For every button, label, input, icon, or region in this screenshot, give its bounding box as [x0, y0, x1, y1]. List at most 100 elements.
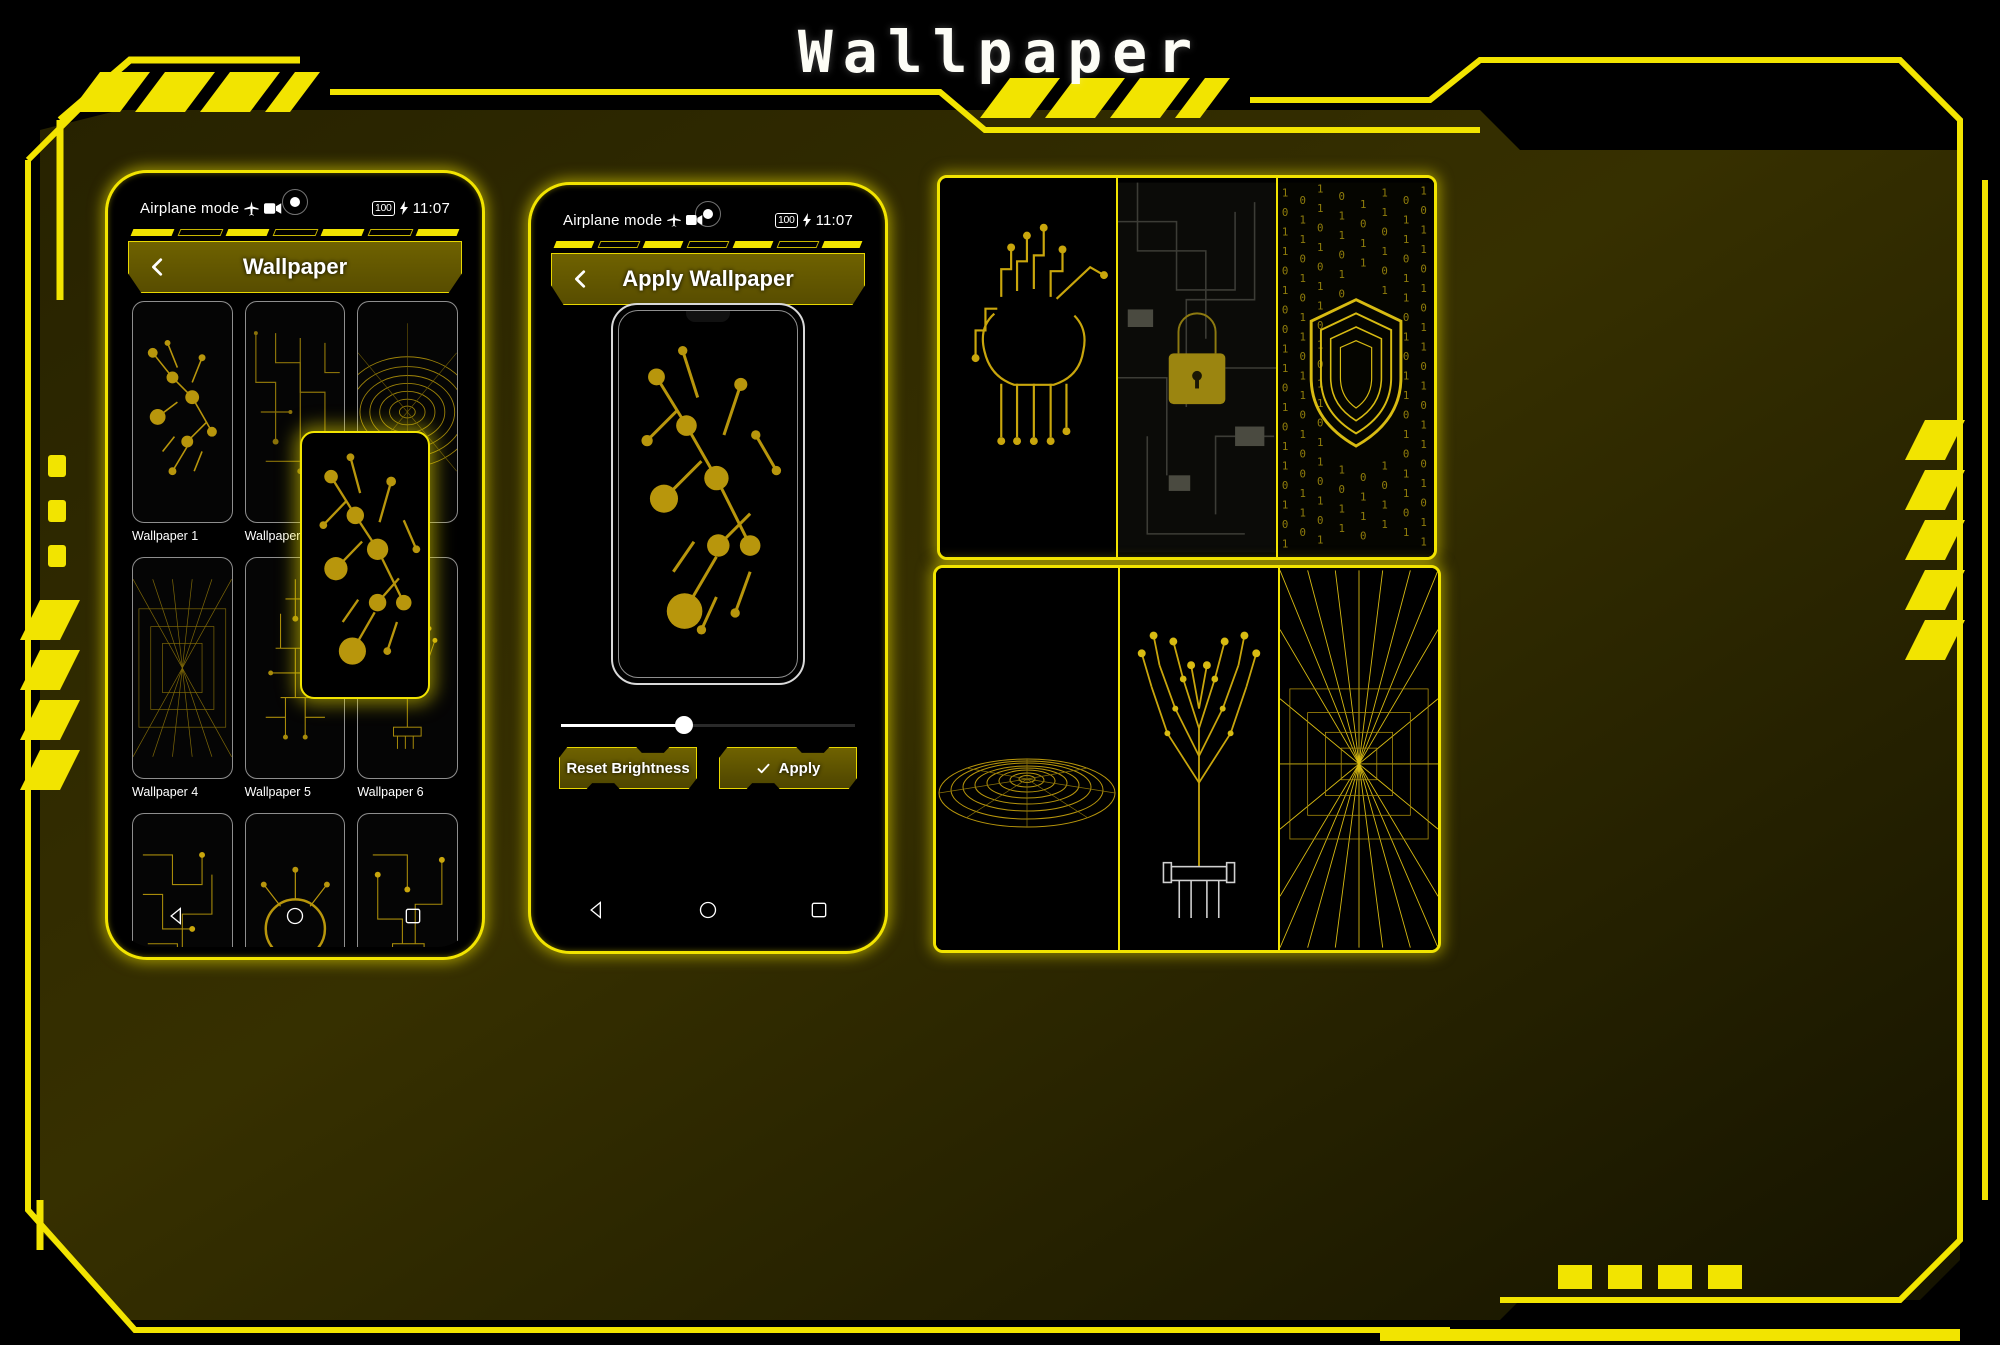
svg-text:1: 1	[1299, 311, 1305, 324]
gallery-item-perspective-grid[interactable]	[1278, 568, 1438, 950]
svg-text:0: 0	[1360, 530, 1366, 543]
svg-text:1: 1	[1299, 331, 1305, 344]
svg-text:1: 1	[1403, 467, 1409, 480]
svg-text:1: 1	[1381, 245, 1387, 258]
wallpaper-cell[interactable]: Wallpaper 4	[132, 557, 233, 799]
svg-text:0: 0	[1282, 518, 1288, 531]
svg-text:1: 1	[1420, 516, 1426, 529]
svg-text:1: 1	[1420, 418, 1426, 431]
svg-text:1: 1	[1338, 463, 1344, 476]
svg-text:1: 1	[1317, 241, 1323, 254]
apply-button[interactable]: Apply	[719, 747, 857, 789]
svg-text:0: 0	[1403, 311, 1409, 324]
svg-text:0: 0	[1360, 218, 1366, 231]
battery-level: 100	[371, 200, 395, 216]
svg-text:1: 1	[1360, 237, 1366, 250]
status-time: 11:07	[412, 199, 450, 217]
wallpaper-preview-screen[interactable]	[618, 310, 798, 678]
svg-text:1: 1	[1420, 223, 1426, 236]
svg-text:1: 1	[1338, 268, 1344, 281]
svg-text:0: 0	[1317, 221, 1323, 234]
svg-text:1: 1	[1403, 526, 1409, 539]
svg-text:1: 1	[1403, 428, 1409, 441]
airplane-icon	[667, 213, 681, 227]
android-nav-bar	[541, 887, 875, 933]
svg-text:0: 0	[1420, 301, 1426, 314]
wallpaper-label: Wallpaper 4	[132, 785, 199, 799]
svg-text:0: 0	[1338, 288, 1344, 301]
svg-text:0: 0	[1420, 497, 1426, 510]
svg-text:0: 0	[1299, 253, 1305, 266]
circuit-nodes-art	[147, 339, 217, 476]
gallery-item-circuit-tree[interactable]	[1118, 568, 1278, 950]
svg-text:1: 1	[1317, 456, 1323, 469]
svg-text:1: 1	[1420, 282, 1426, 295]
svg-text:1: 1	[1403, 331, 1409, 344]
wallpaper-label: Wallpaper 5	[244, 785, 311, 799]
wallpaper-thumb-4[interactable]	[132, 557, 233, 779]
svg-text:1: 1	[1282, 225, 1288, 238]
gallery-item-wire-vortex[interactable]	[936, 568, 1118, 950]
svg-text:0: 0	[1282, 381, 1288, 394]
svg-text:1: 1	[1420, 184, 1426, 197]
svg-text:1: 1	[1299, 506, 1305, 519]
circuit-nodes-art-large	[319, 453, 421, 665]
svg-text:1: 1	[1420, 243, 1426, 256]
svg-text:1: 1	[1381, 284, 1387, 297]
svg-text:1: 1	[1381, 206, 1387, 219]
svg-text:1: 1	[1403, 389, 1409, 402]
triangle-back-icon[interactable]	[587, 900, 607, 920]
selected-wallpaper-overlay[interactable]	[300, 431, 430, 699]
svg-text:0: 0	[1299, 350, 1305, 363]
svg-text:1: 1	[1299, 389, 1305, 402]
svg-text:1: 1	[1282, 362, 1288, 375]
wallpaper-thumb-1[interactable]	[132, 301, 233, 523]
reset-brightness-button[interactable]: Reset Brightness	[559, 747, 697, 789]
svg-text:0: 0	[1381, 264, 1387, 277]
svg-text:1: 1	[1282, 186, 1288, 199]
svg-text:0: 0	[1282, 420, 1288, 433]
status-left-text: Airplane mode	[563, 211, 663, 229]
svg-text:1: 1	[1299, 233, 1305, 246]
svg-text:0: 0	[1403, 253, 1409, 266]
svg-text:1: 1	[1403, 214, 1409, 227]
svg-text:0: 0	[1381, 479, 1387, 492]
svg-text:0: 0	[1360, 471, 1366, 484]
svg-text:1: 1	[1360, 491, 1366, 504]
brightness-slider[interactable]	[561, 715, 855, 735]
circle-home-icon[interactable]	[285, 906, 305, 926]
svg-text:1: 1	[1420, 477, 1426, 490]
svg-text:1: 1	[1381, 518, 1387, 531]
svg-text:1: 1	[1299, 370, 1305, 383]
video-record-icon	[264, 202, 282, 214]
svg-text:1: 1	[1282, 284, 1288, 297]
app-bar-wallpaper: Wallpaper	[128, 241, 462, 293]
circle-home-icon[interactable]	[698, 900, 718, 920]
gallery-item-binary-shield[interactable]: 1011 0100 1101 0110 101 0110 1011 0110 1…	[1275, 178, 1434, 557]
svg-text:0: 0	[1338, 249, 1344, 262]
slider-knob[interactable]	[675, 716, 694, 734]
gallery-item-circuit-hand[interactable]	[940, 178, 1116, 557]
chevron-left-icon[interactable]	[570, 268, 592, 290]
svg-text:1: 1	[1299, 214, 1305, 227]
wallpaper-cell[interactable]: Wallpaper 1	[132, 301, 233, 543]
svg-text:1: 1	[1420, 340, 1426, 353]
square-recents-icon[interactable]	[809, 900, 829, 920]
gallery-item-padlock[interactable]	[1115, 178, 1276, 557]
perspective-grid-art	[1280, 570, 1438, 948]
svg-text:0: 0	[1299, 467, 1305, 480]
svg-text:0: 0	[1338, 483, 1344, 496]
svg-text:1: 1	[1299, 487, 1305, 500]
svg-text:1: 1	[1338, 522, 1344, 535]
svg-text:0: 0	[1420, 262, 1426, 275]
triangle-back-icon[interactable]	[167, 906, 187, 926]
notch-area: Airplane mode 100 11:07	[541, 195, 875, 239]
square-recents-icon[interactable]	[403, 906, 423, 926]
svg-text:1: 1	[1317, 299, 1323, 312]
svg-text:1: 1	[1420, 536, 1426, 549]
slider-track[interactable]	[561, 716, 855, 734]
chevron-left-icon[interactable]	[147, 256, 169, 278]
svg-text:0: 0	[1403, 350, 1409, 363]
circuit-tree-art-large	[1137, 631, 1261, 918]
svg-text:0: 0	[1299, 194, 1305, 207]
